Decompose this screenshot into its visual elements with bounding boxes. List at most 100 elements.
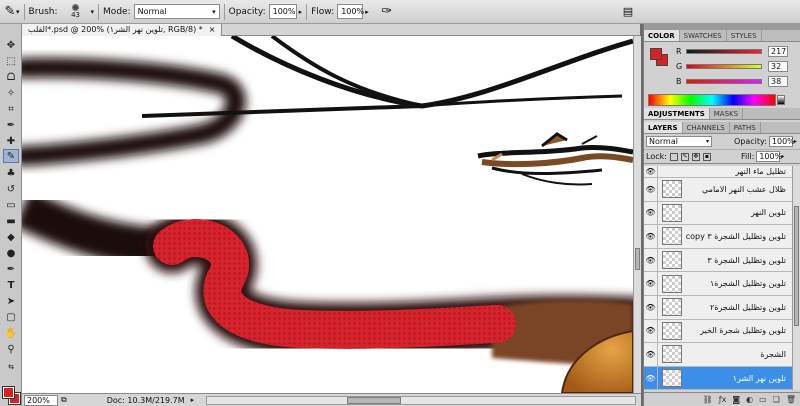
layer-row[interactable]: 👁 الشجرة <box>644 343 792 367</box>
tab-styles[interactable]: STYLES <box>727 30 762 41</box>
chevron-right-icon[interactable]: ▸ <box>191 396 195 404</box>
canvas-horizontal-scrollbar[interactable] <box>206 396 636 405</box>
layer-row[interactable]: 👁 ظلال عشب النهر الامامي <box>644 178 792 202</box>
brush-tool-icon[interactable]: ✎ <box>3 149 19 163</box>
green-slider[interactable] <box>686 63 762 69</box>
layer-row[interactable]: 👁 تلوين وتظليل الشجرة ٣ copy <box>644 225 792 249</box>
blue-slider[interactable] <box>686 78 762 84</box>
shape-tool-icon[interactable]: ▢ <box>3 310 19 324</box>
eye-icon[interactable]: 👁 <box>644 166 658 177</box>
lock-transparent-icon[interactable] <box>669 152 678 161</box>
eye-icon[interactable]: 👁 <box>644 343 658 366</box>
eye-icon[interactable]: 👁 <box>644 201 658 225</box>
layer-row[interactable]: 👁 تلوين وتظليل الشجرة١ <box>644 272 792 296</box>
brush-size-picker[interactable]: 43 <box>61 2 91 22</box>
chevron-right-icon[interactable]: ▸ <box>365 8 369 16</box>
layer-name: ظلال عشب النهر الامامي <box>702 184 786 194</box>
healing-brush-tool-icon[interactable]: ✚ <box>3 134 19 148</box>
scrollbar-thumb[interactable] <box>635 248 640 270</box>
tab-paths[interactable]: PATHS <box>730 122 761 133</box>
fill-field[interactable]: 100% <box>756 151 782 162</box>
lasso-tool-icon[interactable]: ᗝ <box>3 70 19 84</box>
adjustment-layer-icon[interactable]: ◐ <box>746 395 753 404</box>
new-group-icon[interactable]: ▭ <box>759 395 767 404</box>
path-selection-tool-icon[interactable]: ➤ <box>3 294 19 308</box>
delete-layer-icon[interactable]: 🗑 <box>786 395 796 404</box>
scrollbar-thumb[interactable] <box>794 206 799 326</box>
link-layers-icon[interactable]: ⛓ <box>703 395 713 404</box>
green-value-field[interactable]: 32 <box>768 60 788 72</box>
layer-row[interactable]: 👁 تظليل ماء النهر <box>644 166 792 178</box>
layer-style-icon[interactable]: ƒx <box>719 395 727 404</box>
eyedropper-tool-icon[interactable]: ✒ <box>3 118 19 132</box>
red-slider[interactable] <box>686 48 762 54</box>
blue-value-field[interactable]: 38 <box>768 75 788 87</box>
zoom-tool-icon[interactable]: ⚲ <box>3 342 19 356</box>
chevron-down-icon[interactable]: ▾ <box>16 8 20 16</box>
layer-name: تلوين وتظليل الشجرة ٣ <box>707 255 786 265</box>
layers-scrollbar[interactable] <box>792 166 800 390</box>
crop-tool-icon[interactable]: ⌗ <box>3 102 19 116</box>
eye-icon[interactable]: 👁 <box>644 178 658 201</box>
close-icon[interactable]: × <box>209 25 216 34</box>
eye-icon[interactable]: 👁 <box>644 319 658 343</box>
document-tab[interactable]: القلب*.psd @ 200% (تلوين نهر الشر١, RGB/… <box>22 23 223 36</box>
eraser-tool-icon[interactable]: ▭ <box>3 198 19 212</box>
foreground-color-chip[interactable] <box>650 48 662 60</box>
tab-swatches[interactable]: SWATCHES <box>680 30 727 41</box>
layer-row[interactable]: 👁 تلوين النهر <box>644 201 792 226</box>
eye-icon[interactable]: 👁 <box>644 366 658 390</box>
opacity-field[interactable]: 100% <box>268 4 297 19</box>
chevron-right-icon[interactable]: ▸ <box>299 8 303 16</box>
canvas-vertical-scrollbar[interactable] <box>633 36 641 393</box>
panel-toggle-icon[interactable]: ▤ <box>618 3 638 21</box>
hand-tool-icon[interactable]: ✋ <box>3 326 19 340</box>
tab-masks[interactable]: MASKS <box>710 108 744 119</box>
gradient-tool-icon[interactable]: ▬ <box>3 214 19 228</box>
layer-row[interactable]: 👁 تلوين نهر الشر١ <box>644 366 792 390</box>
type-tool-icon[interactable]: T <box>3 278 19 292</box>
layer-opacity-field[interactable]: 100% <box>768 136 795 147</box>
lock-all-icon[interactable]: ▪ <box>702 152 711 161</box>
document-canvas[interactable] <box>22 36 633 393</box>
eye-icon[interactable]: 👁 <box>644 225 658 248</box>
tab-layers[interactable]: LAYERS <box>644 122 683 133</box>
status-info-icon[interactable]: ⧉ <box>61 395 67 405</box>
blend-mode-select[interactable]: Normal ▾ <box>646 136 712 147</box>
add-mask-icon[interactable]: ◙ <box>732 395 740 404</box>
pen-tool-icon[interactable]: ✒ <box>3 262 19 276</box>
red-value-field[interactable]: 217 <box>768 45 788 57</box>
scrollbar-thumb[interactable] <box>347 397 401 404</box>
layer-row[interactable]: 👁 تلوين وتظليل شجرة الخير <box>644 319 792 344</box>
eye-icon[interactable]: 👁 <box>644 248 658 272</box>
magic-wand-tool-icon[interactable]: ✧ <box>3 86 19 100</box>
dodge-tool-icon[interactable]: ● <box>3 246 19 260</box>
marquee-tool-icon[interactable]: ⬚ <box>3 54 19 68</box>
blur-tool-icon[interactable]: ◆ <box>3 230 19 244</box>
chevron-right-icon[interactable]: ▸ <box>794 138 797 145</box>
foreground-color-swatch[interactable] <box>2 386 15 399</box>
chevron-right-icon[interactable]: ▸ <box>781 153 784 160</box>
layer-row[interactable]: 👁 تلوين وتظليل الشجرة ٣ <box>644 248 792 273</box>
eye-icon[interactable]: 👁 <box>644 295 658 319</box>
black-white-ramp[interactable] <box>777 95 785 105</box>
airbrush-icon[interactable]: ✑ <box>377 3 397 21</box>
tab-channels[interactable]: CHANNELS <box>683 122 730 133</box>
chevron-down-icon[interactable]: ▾ <box>91 8 95 16</box>
tab-color[interactable]: COLOR <box>644 30 680 41</box>
layer-thumbnail <box>662 298 682 317</box>
mode-select[interactable]: Normal ▾ <box>133 4 220 19</box>
flow-field[interactable]: 100% <box>337 4 364 19</box>
move-tool-icon[interactable]: ✥ <box>3 38 19 52</box>
color-spectrum-bar[interactable] <box>648 94 785 106</box>
new-layer-icon[interactable]: ❏ <box>773 395 780 404</box>
swap-colors-icon[interactable]: ⇆ <box>3 360 19 374</box>
lock-position-icon[interactable]: ✥ <box>691 152 700 161</box>
eye-icon[interactable]: 👁 <box>644 272 658 295</box>
layer-row[interactable]: 👁 تلوين وتظليل الشجرة٢ <box>644 295 792 320</box>
lock-pixels-icon[interactable]: ✎ <box>680 152 689 161</box>
clone-stamp-tool-icon[interactable]: ♣ <box>3 166 19 180</box>
tab-adjustments[interactable]: ADJUSTMENTS <box>644 108 710 119</box>
zoom-level-field[interactable]: 200% <box>24 394 58 406</box>
history-brush-tool-icon[interactable]: ↺ <box>3 182 19 196</box>
